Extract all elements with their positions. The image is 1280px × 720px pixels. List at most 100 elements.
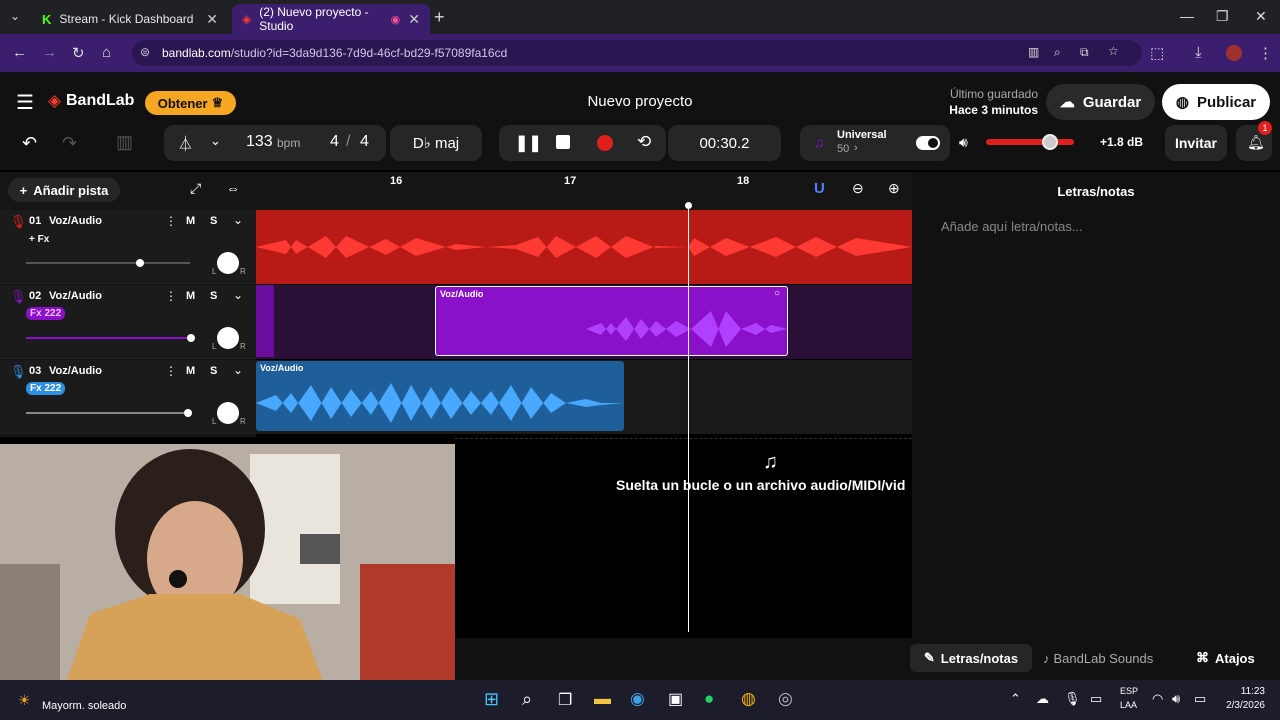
instrument-toggle[interactable] [916,136,940,150]
tab-search-icon[interactable]: ⌄ [10,9,20,23]
language-bottom[interactable]: LAA [1120,700,1137,710]
new-tab-button[interactable]: + [434,7,445,28]
back-icon[interactable]: ← [12,44,27,61]
lyrics-textarea[interactable]: Añade aquí letra/notas... [941,219,1083,234]
playhead-handle[interactable] [685,202,692,209]
track-control-01[interactable]: 🎙︎ 01 Voz/Audio + Fx ⋮ M S ⌄ L R [0,210,256,284]
add-track-button[interactable]: + Añadir pista [8,178,120,202]
edge-icon[interactable]: ◉ [630,689,645,709]
tab-lyrics[interactable]: ✎ Letras/notas [910,644,1032,672]
close-tab-icon[interactable]: ✕ [206,11,218,28]
forward-icon[interactable]: → [42,44,57,61]
volume-thumb[interactable] [136,259,144,267]
zoom-in-icon[interactable]: ⊕ [888,180,900,197]
site-info-icon[interactable]: ⊜ [140,45,150,59]
chevron-down-icon[interactable]: ⌄ [233,288,243,302]
time-signature-numerator[interactable]: 4 [330,133,339,151]
audio-clip[interactable]: Voz/Audio [256,361,624,431]
minimize-icon[interactable]: — [1180,8,1194,24]
hamburger-menu-icon[interactable]: ☰ [16,90,34,115]
track-volume-slider[interactable] [26,409,192,417]
windows-start-icon[interactable]: ⊞ [484,689,499,710]
playhead[interactable] [685,202,692,632]
redo-icon[interactable]: ↷ [62,133,77,154]
stop-icon[interactable] [556,135,570,149]
downloads-icon[interactable]: ⤓ [1195,44,1202,61]
track-volume-slider[interactable] [26,334,195,342]
track-fx-button[interactable]: Fx 222 [26,382,66,395]
track-lane-01[interactable] [256,210,912,284]
install-app-icon[interactable]: ⧉ [1080,45,1089,60]
zoom-out-icon[interactable]: ⊖ [852,180,864,197]
store-icon[interactable]: ▣ [668,689,683,709]
language-top[interactable]: ESP [1120,686,1138,696]
track-name[interactable]: Voz/Audio [49,365,102,377]
maximize-icon[interactable]: ❐ [1216,8,1229,25]
clock-date[interactable]: 2/3/2026 [1213,700,1265,711]
pan-knob[interactable] [217,327,239,349]
address-bar[interactable]: ⊜ bandlab.com/studio?id=3da9d136-7d9d-46… [132,40,1142,66]
track-menu-icon[interactable]: ⋮ [165,289,177,303]
weather-label[interactable]: Mayorm. soleado [42,700,126,712]
snap-magnet-icon[interactable]: U [814,180,825,197]
battery-icon[interactable]: ▭ [1194,691,1206,707]
track-lane-03[interactable]: Voz/Audio [256,360,912,434]
tab-bandlab-sounds[interactable]: ♪ BandLab Sounds [1043,644,1171,672]
chrome-icon[interactable]: ◍ [741,689,756,709]
pause-icon[interactable]: ❚❚ [515,133,542,153]
solo-button[interactable]: S [210,290,217,302]
task-view-icon[interactable]: ❐ [558,690,572,710]
invite-button[interactable]: Invitar [1165,125,1227,161]
bpm-value[interactable]: 133 [246,133,273,151]
track-control-03[interactable]: 🎙︎ 03 Voz/Audio Fx 222 ⋮ M S ⌄ L R [0,360,256,434]
mute-button[interactable]: M [186,290,195,302]
track-size-icon[interactable]: ⇔ [226,180,240,196]
track-menu-icon[interactable]: ⋮ [165,214,177,228]
bookmark-star-icon[interactable]: ☆ [1108,44,1119,58]
chevron-down-icon[interactable]: ⌄ [233,363,243,377]
cloud-tray-icon[interactable]: ☁ [1036,691,1049,707]
key-selector[interactable]: D♭ maj [390,125,482,161]
lyrics-scrollbar[interactable] [1268,212,1274,632]
spotify-icon[interactable]: ● [704,689,714,709]
tab-kick-dashboard[interactable]: K Stream - Kick Dashboard ✕ [32,4,228,34]
timeline-ruler[interactable]: 16 17 18 U ⊖ ⊕ [256,172,912,210]
save-button[interactable]: ☁ Guardar [1046,84,1155,120]
file-explorer-icon[interactable]: ▬ [594,689,611,709]
close-window-icon[interactable]: ✕ [1255,8,1267,25]
reader-mode-icon[interactable]: ▥ [1028,45,1039,59]
extensions-icon[interactable]: ⬚ [1150,44,1164,62]
mute-button[interactable]: M [186,215,195,227]
volume-thumb[interactable] [187,334,195,342]
undo-icon[interactable]: ↶ [22,133,37,154]
shortcuts-button[interactable]: ⌘ Atajos [1196,644,1266,672]
publish-button[interactable]: ◍ Publicar [1162,84,1270,120]
home-icon[interactable]: ⌂ [102,44,111,61]
chevron-down-icon[interactable]: ⌄ [233,213,243,227]
reload-icon[interactable]: ↻ [72,44,85,62]
weather-icon[interactable]: ☀ [18,692,31,709]
volume-tray-icon[interactable]: 🔊︎ [1172,691,1180,707]
drop-zone[interactable]: ♫ Suelta un bucle o un archivo audio/MID… [455,438,912,638]
notifications-button[interactable]: 🔔︎ 1 [1236,121,1272,161]
track-menu-icon[interactable]: ⋮ [165,364,177,378]
track-volume-slider[interactable] [26,259,190,267]
obtain-button[interactable]: Obtener ♕ [145,91,236,115]
solo-button[interactable]: S [210,365,217,377]
profile-avatar[interactable] [1226,45,1242,61]
browser-menu-icon[interactable]: ⋮ [1258,44,1273,62]
master-volume-slider[interactable] [986,134,1074,150]
track-fx-button[interactable]: + Fx [29,234,49,245]
pan-knob[interactable] [217,252,239,274]
clip-stub[interactable] [256,285,274,357]
instrument-selector[interactable]: ♫ Universal 50 › [800,125,950,161]
wifi-icon[interactable]: ◠ [1152,691,1163,707]
zoom-icon[interactable]: ⌕ [1054,45,1061,60]
loop-icon[interactable]: ⟲ [637,132,651,152]
volume-thumb[interactable] [1042,134,1058,150]
solo-button[interactable]: S [210,215,217,227]
display-tray-icon[interactable]: ▭ [1090,691,1102,707]
project-title[interactable]: Nuevo proyecto [540,93,740,110]
obs-icon[interactable]: ◎ [778,689,793,709]
tab-bandlab-studio[interactable]: ◈ (2) Nuevo proyecto - Studio ◉ ✕ [232,4,430,34]
